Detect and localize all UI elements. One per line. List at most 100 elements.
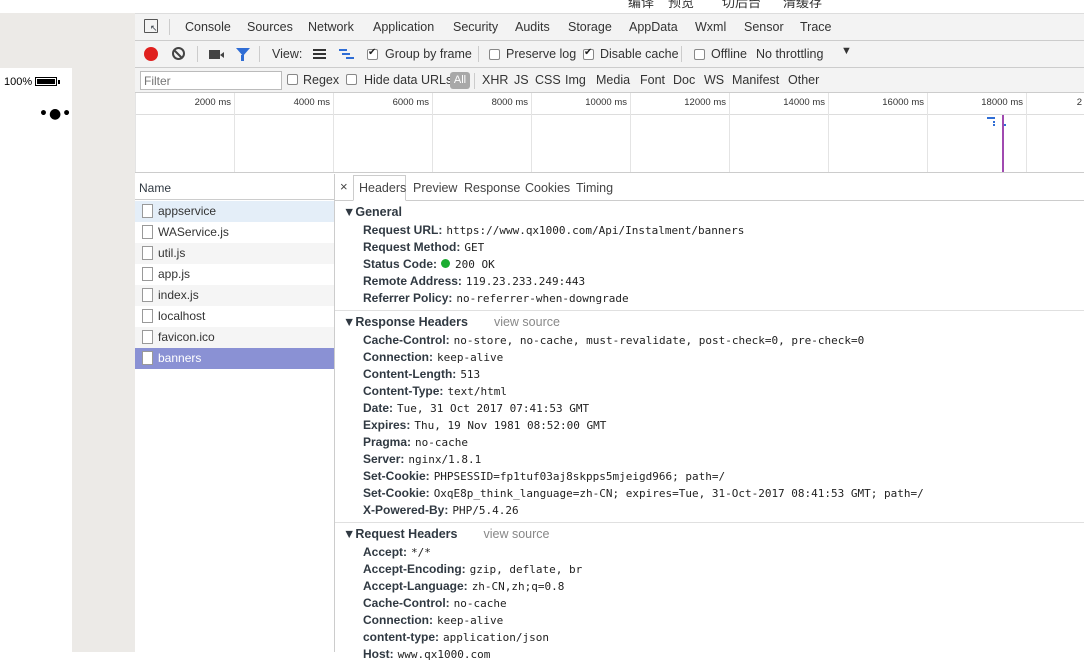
header-row: Set-Cookie: OxqE8p_think_language=zh-CN; …: [363, 486, 924, 500]
group-by-frame-label: Group by frame: [385, 47, 472, 61]
regex-checkbox[interactable]: [287, 74, 298, 85]
tab-preview[interactable]: Preview: [413, 181, 457, 195]
filter-all-button[interactable]: All: [450, 72, 470, 89]
chevron-down-icon[interactable]: ▼: [841, 45, 852, 57]
top-toolbar-strip: 编译 预览 切后台 清缓存: [0, 0, 1084, 13]
filter-font[interactable]: Font: [640, 73, 665, 87]
large-rows-icon[interactable]: [313, 49, 326, 59]
hide-data-urls-checkbox[interactable]: [346, 74, 357, 85]
request-row[interactable]: appservice: [135, 201, 334, 222]
request-row[interactable]: app.js: [135, 264, 334, 285]
inspect-element-icon[interactable]: ↖: [144, 19, 158, 34]
header-row: Host: www.qx1000.com: [363, 647, 491, 661]
capsule-menu-icon[interactable]: •●•: [39, 106, 72, 122]
status-ok-icon: [441, 259, 451, 268]
tick-label: 2: [1076, 97, 1082, 108]
battery-status: 100%: [4, 76, 61, 88]
clear-icon[interactable]: [172, 47, 185, 60]
clear-cache-button[interactable]: 清缓存: [783, 0, 822, 11]
tick-label: 4000 ms: [293, 97, 330, 108]
header-row: Accept-Encoding: gzip, deflate, br: [363, 562, 583, 576]
timeline-overview[interactable]: 2000 ms 4000 ms 6000 ms 8000 ms 10000 ms…: [135, 93, 1084, 173]
tab-headers[interactable]: Headers: [359, 181, 406, 195]
filter-img[interactable]: Img: [565, 73, 586, 87]
tick-label: 12000 ms: [684, 97, 726, 108]
record-icon[interactable]: [144, 47, 158, 61]
filter-input[interactable]: [140, 71, 282, 90]
filter-ws[interactable]: WS: [704, 73, 724, 87]
disable-cache-checkbox[interactable]: [583, 47, 594, 60]
filter-xhr[interactable]: XHR: [482, 73, 508, 87]
background-button[interactable]: 切后台: [722, 0, 761, 11]
request-row[interactable]: util.js: [135, 243, 334, 264]
request-row-selected[interactable]: banners: [135, 348, 334, 369]
header-row: X-Powered-By: PHP/5.4.26: [363, 503, 519, 517]
general-section-header[interactable]: ▼General: [343, 205, 402, 219]
throttling-select[interactable]: No throttling: [756, 47, 823, 61]
file-icon: [142, 267, 153, 281]
tab-security[interactable]: Security: [453, 20, 498, 34]
header-row: Expires: Thu, 19 Nov 1981 08:52:00 GMT: [363, 418, 607, 432]
waterfall-overview-icon[interactable]: [339, 48, 354, 60]
request-row[interactable]: localhost: [135, 306, 334, 327]
capture-screenshots-icon[interactable]: [209, 50, 224, 59]
filter-bar: Regex Hide data URLs All XHR JS CSS Img …: [135, 68, 1084, 93]
filter-doc[interactable]: Doc: [673, 73, 695, 87]
tab-sources[interactable]: Sources: [247, 20, 293, 34]
view-source-link[interactable]: view source: [484, 527, 550, 541]
header-row: Cache-Control: no-store, no-cache, must-r…: [363, 333, 865, 347]
tick-label: 16000 ms: [882, 97, 924, 108]
tab-timing[interactable]: Timing: [576, 181, 613, 195]
name-column-header[interactable]: Name: [135, 174, 334, 200]
tab-audits[interactable]: Audits: [515, 20, 550, 34]
filter-css[interactable]: CSS: [535, 73, 561, 87]
header-row: Content-Length: 513: [363, 367, 481, 381]
header-row: Accept-Language: zh-CN,zh;q=0.8: [363, 579, 565, 593]
preserve-log-checkbox[interactable]: [489, 49, 500, 60]
filter-icon[interactable]: [236, 48, 250, 61]
header-row: content-type: application/json: [363, 630, 549, 644]
header-row: Connection: keep-alive: [363, 613, 504, 627]
filter-other[interactable]: Other: [788, 73, 819, 87]
tab-response[interactable]: Response: [464, 181, 520, 195]
tab-storage[interactable]: Storage: [568, 20, 612, 34]
preview-button[interactable]: 预览: [668, 0, 694, 11]
offline-checkbox[interactable]: [694, 49, 705, 60]
header-row: Cache-Control: no-cache: [363, 596, 507, 610]
close-icon[interactable]: ×: [340, 179, 348, 194]
tab-application[interactable]: Application: [373, 20, 434, 34]
regex-label: Regex: [303, 73, 340, 87]
header-row: Server: nginx/1.8.1: [363, 452, 482, 466]
header-row: Connection: keep-alive: [363, 350, 504, 364]
tab-appdata[interactable]: AppData: [629, 20, 678, 34]
tab-console[interactable]: Console: [185, 20, 231, 34]
tab-sensor[interactable]: Sensor: [744, 20, 784, 34]
tick-label: 10000 ms: [585, 97, 627, 108]
file-icon: [142, 225, 153, 239]
response-headers-section-header[interactable]: ▼Response Headers view source: [343, 315, 560, 329]
request-row[interactable]: favicon.ico: [135, 327, 334, 348]
request-row[interactable]: index.js: [135, 285, 334, 306]
tick-label: 14000 ms: [783, 97, 825, 108]
filter-manifest[interactable]: Manifest: [732, 73, 779, 87]
compile-button[interactable]: 编译: [628, 0, 654, 11]
tab-trace[interactable]: Trace: [800, 20, 832, 34]
group-by-frame-checkbox[interactable]: [367, 47, 378, 60]
offline-label: Offline: [711, 47, 747, 61]
view-source-link[interactable]: view source: [494, 315, 560, 329]
file-icon: [142, 309, 153, 323]
filter-js[interactable]: JS: [514, 73, 529, 87]
request-row[interactable]: WAService.js: [135, 222, 334, 243]
file-icon: [142, 351, 153, 365]
filter-media[interactable]: Media: [596, 73, 630, 87]
battery-icon: [35, 77, 61, 86]
tab-cookies[interactable]: Cookies: [525, 181, 570, 195]
tab-wxml[interactable]: Wxml: [695, 20, 726, 34]
file-icon: [142, 330, 153, 344]
request-headers-section-header[interactable]: ▼Request Headers view source: [343, 527, 550, 541]
preserve-log-label: Preserve log: [506, 47, 577, 61]
tab-network[interactable]: Network: [308, 20, 354, 34]
waterfall-bar: [993, 121, 995, 123]
header-row: Date: Tue, 31 Oct 2017 07:41:53 GMT: [363, 401, 590, 415]
simulator-screen: 100% •●•: [0, 68, 72, 652]
